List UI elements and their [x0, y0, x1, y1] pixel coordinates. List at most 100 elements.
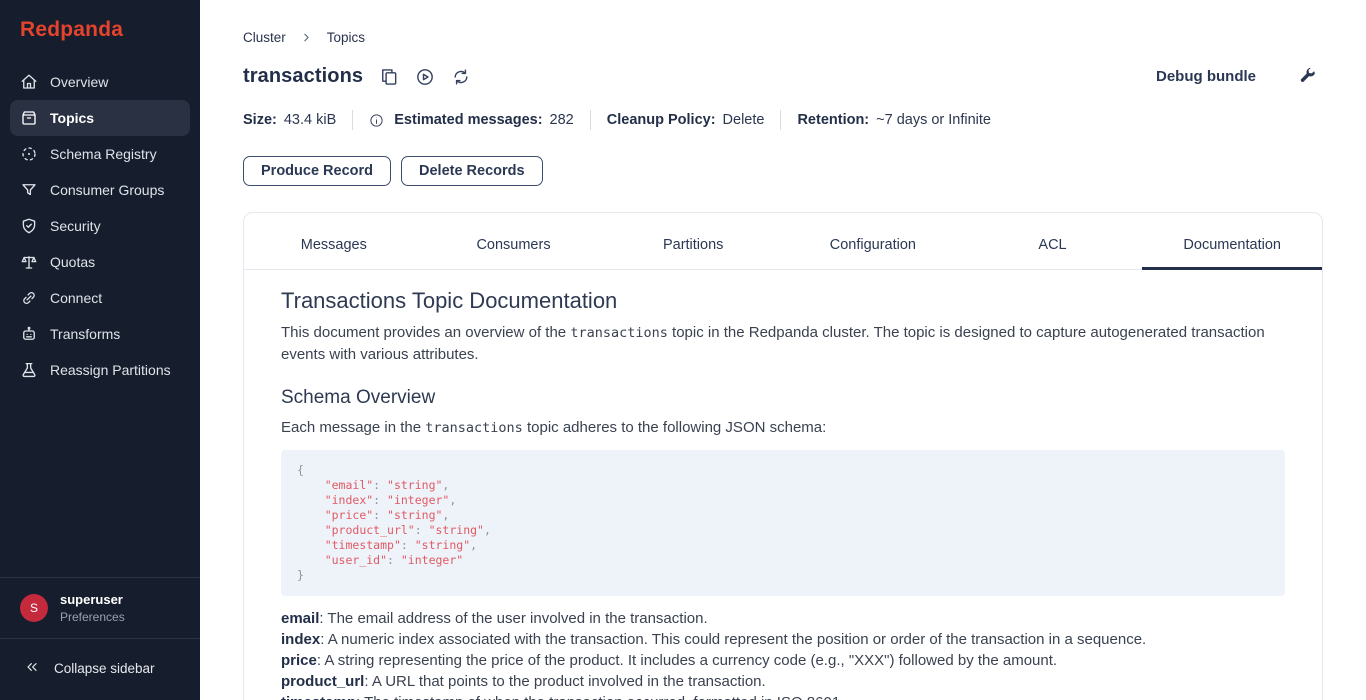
collapse-sidebar-label: Collapse sidebar: [54, 661, 155, 676]
stat-value: ~7 days or Infinite: [876, 112, 991, 128]
avatar-initial: S: [30, 601, 38, 615]
stat-label: Size:: [243, 112, 277, 128]
user-name: superuser: [60, 592, 125, 607]
refresh-icon[interactable]: [451, 67, 471, 87]
scales-icon: [20, 253, 38, 271]
field-description: timestamp: The timestamp of when the tra…: [281, 692, 1285, 700]
breadcrumb-cluster[interactable]: Cluster: [243, 30, 286, 45]
sidebar-item-schema-registry[interactable]: Schema Registry: [10, 136, 190, 172]
stat-size: Size: 43.4 kiB: [243, 112, 336, 128]
field-description: price: A string representing the price o…: [281, 650, 1285, 671]
robot-icon: [20, 325, 38, 343]
title-right: Debug bundle: [1156, 67, 1323, 86]
inline-code: transactions: [425, 420, 523, 436]
stat-divider: [352, 110, 353, 130]
inline-code: transactions: [570, 325, 668, 341]
sidebar-item-label: Security: [50, 218, 101, 234]
doc-title: Transactions Topic Documentation: [281, 288, 1285, 314]
tab-messages[interactable]: Messages: [244, 237, 424, 270]
chevron-right-icon: [300, 31, 313, 44]
documentation-content: Transactions Topic Documentation This do…: [244, 270, 1322, 700]
sidebar-item-label: Overview: [50, 74, 108, 90]
stat-value: Delete: [723, 112, 765, 128]
stat-divider: [780, 110, 781, 130]
doc-intro: This document provides an overview of th…: [281, 322, 1285, 365]
action-buttons: Produce Record Delete Records: [243, 156, 1323, 186]
tab-partitions[interactable]: Partitions: [603, 237, 783, 270]
tab-documentation[interactable]: Documentation: [1142, 237, 1322, 270]
sidebar-item-label: Reassign Partitions: [50, 362, 171, 378]
avatar[interactable]: S: [20, 594, 48, 622]
schema-intro-text: topic adheres to the following JSON sche…: [523, 419, 827, 436]
play-circle-icon[interactable]: [415, 67, 435, 87]
title-left: transactions: [243, 65, 471, 88]
user-info: superuser Preferences: [60, 592, 125, 624]
preferences-link[interactable]: Preferences: [60, 610, 125, 624]
field-descriptions: email: The email address of the user inv…: [281, 608, 1285, 700]
sidebar-item-topics[interactable]: Topics: [10, 100, 190, 136]
stat-label: Cleanup Policy:: [607, 112, 716, 128]
main-content: Cluster Topics transactions Debug bu: [200, 0, 1366, 700]
stat-label: Retention:: [797, 112, 869, 128]
stats-row: Size: 43.4 kiB Estimated messages: 282 C…: [243, 110, 1323, 130]
collapse-sidebar-button[interactable]: Collapse sidebar: [0, 639, 200, 700]
sidebar-item-overview[interactable]: Overview: [10, 64, 190, 100]
sidebar-item-quotas[interactable]: Quotas: [10, 244, 190, 280]
sidebar-item-transforms[interactable]: Transforms: [10, 316, 190, 352]
stat-estimated-messages: Estimated messages: 282: [369, 112, 574, 128]
user-block[interactable]: S superuser Preferences: [0, 578, 200, 638]
sidebar-item-label: Connect: [50, 290, 102, 306]
tab-acl[interactable]: ACL: [963, 237, 1143, 270]
funnel-icon: [20, 181, 38, 199]
redpanda-logo[interactable]: Redpanda: [0, 0, 200, 56]
stat-label: Estimated messages:: [394, 112, 542, 128]
tab-configuration[interactable]: Configuration: [783, 237, 963, 270]
stat-value: 282: [550, 112, 574, 128]
flask-icon: [20, 361, 38, 379]
field-description: email: The email address of the user inv…: [281, 608, 1285, 629]
schema-code-block: { "email": "string", "index": "integer",…: [281, 450, 1285, 596]
shield-check-icon: [20, 217, 38, 235]
produce-record-button[interactable]: Produce Record: [243, 156, 391, 186]
topics-icon: [20, 109, 38, 127]
link-icon: [20, 289, 38, 307]
redpanda-logo-text: Redpanda: [20, 18, 123, 41]
topic-card: Messages Consumers Partitions Configurat…: [243, 212, 1323, 700]
field-description: index: A numeric index associated with t…: [281, 629, 1285, 650]
info-icon[interactable]: [369, 113, 384, 128]
page-title: transactions: [243, 65, 363, 88]
tab-consumers[interactable]: Consumers: [424, 237, 604, 270]
sidebar: Redpanda Overview Topics Schema Registry: [0, 0, 200, 700]
sidebar-item-security[interactable]: Security: [10, 208, 190, 244]
title-row: transactions Debug bundle: [243, 65, 1323, 88]
sidebar-item-connect[interactable]: Connect: [10, 280, 190, 316]
stat-retention: Retention: ~7 days or Infinite: [797, 112, 991, 128]
sidebar-item-label: Transforms: [50, 326, 120, 342]
debug-bundle-link[interactable]: Debug bundle: [1156, 68, 1256, 85]
sidebar-item-consumer-groups[interactable]: Consumer Groups: [10, 172, 190, 208]
wrench-icon[interactable]: [1298, 67, 1317, 86]
chevrons-left-icon: [24, 659, 40, 678]
doc-intro-text: This document provides an overview of th…: [281, 324, 570, 341]
schema-intro-text: Each message in the: [281, 419, 425, 436]
copy-icon[interactable]: [379, 67, 399, 87]
breadcrumb-topics[interactable]: Topics: [327, 30, 365, 45]
schema-registry-icon: [20, 145, 38, 163]
sidebar-item-reassign-partitions[interactable]: Reassign Partitions: [10, 352, 190, 388]
sidebar-item-label: Quotas: [50, 254, 95, 270]
sidebar-item-label: Topics: [50, 110, 94, 126]
sidebar-nav: Overview Topics Schema Registry Consumer…: [0, 56, 200, 388]
field-description: product_url: A URL that points to the pr…: [281, 671, 1285, 692]
tab-bar: Messages Consumers Partitions Configurat…: [244, 237, 1322, 270]
breadcrumb: Cluster Topics: [243, 30, 1323, 45]
sidebar-item-label: Consumer Groups: [50, 182, 164, 198]
delete-records-button[interactable]: Delete Records: [401, 156, 543, 186]
stat-value: 43.4 kiB: [284, 112, 336, 128]
stat-cleanup-policy: Cleanup Policy: Delete: [607, 112, 765, 128]
sidebar-item-label: Schema Registry: [50, 146, 157, 162]
app-root: Redpanda Overview Topics Schema Registry: [0, 0, 1366, 700]
stat-divider: [590, 110, 591, 130]
home-icon: [20, 73, 38, 91]
sidebar-spacer: [0, 388, 200, 577]
schema-heading: Schema Overview: [281, 387, 1285, 409]
